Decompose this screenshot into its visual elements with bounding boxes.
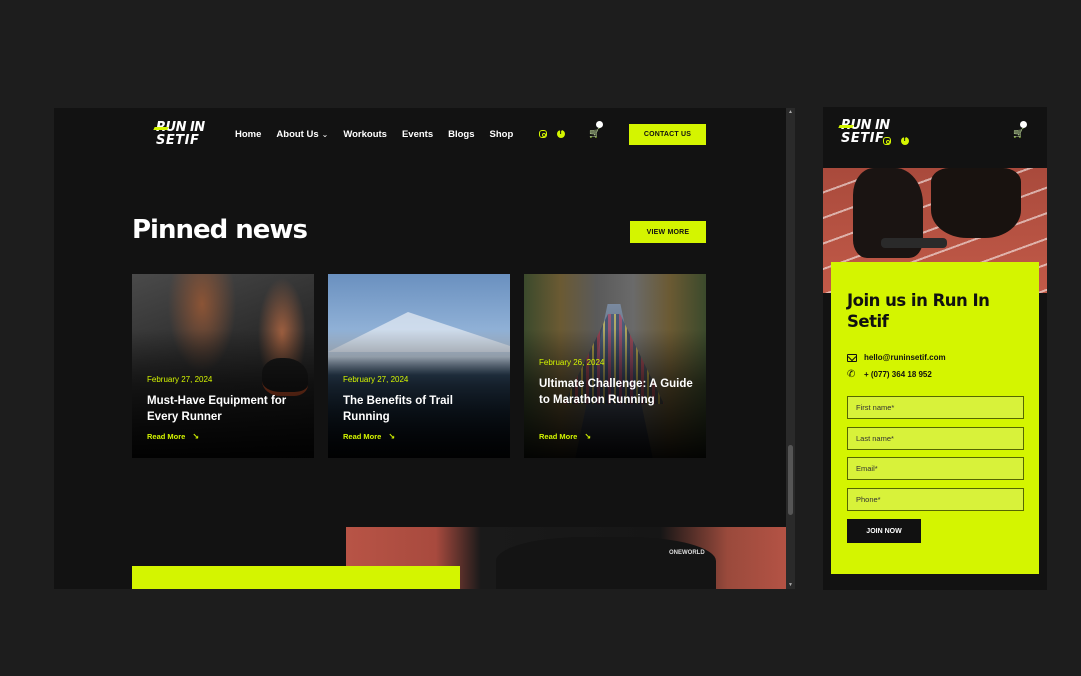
nav-about-us[interactable]: About Us ⌄ <box>276 129 328 140</box>
section-title: Pinned news <box>132 215 308 245</box>
view-more-button[interactable]: VIEW MORE <box>630 221 706 243</box>
social-links <box>883 136 909 145</box>
join-panel: Join us in Run In Setif hello@runinsetif… <box>831 262 1039 574</box>
starting-block <box>881 238 947 248</box>
nav-blogs[interactable]: Blogs <box>448 129 474 140</box>
card-title[interactable]: Ultimate Challenge: A Guide to Marathon … <box>539 376 696 408</box>
logo-line-2: SETIF <box>156 133 200 148</box>
card-title[interactable]: The Benefits of Trail Running <box>343 393 500 425</box>
cart-button[interactable]: 🛒 <box>589 121 603 139</box>
card-date: February 26, 2024 <box>539 358 605 367</box>
scroll-down-arrow[interactable]: ▼ <box>786 582 795 588</box>
nav-about-label: About Us <box>276 129 319 140</box>
last-name-field[interactable]: Last name* <box>847 427 1024 450</box>
logo-accent <box>838 125 854 128</box>
first-name-field[interactable]: First name* <box>847 396 1024 419</box>
nav-workouts[interactable]: Workouts <box>343 129 387 140</box>
nav-home[interactable]: Home <box>235 129 261 140</box>
runner-shorts <box>496 537 716 589</box>
instagram-icon[interactable] <box>883 137 891 145</box>
contact-email[interactable]: hello@runinsetif.com <box>847 353 946 362</box>
cart-badge <box>1020 121 1027 128</box>
phone-field[interactable]: Phone* <box>847 488 1024 511</box>
logo-accent <box>153 127 169 130</box>
news-card[interactable]: February 26, 2024 Ultimate Challenge: A … <box>524 274 706 458</box>
main-nav: Home About Us ⌄ Workouts Events Blogs Sho… <box>235 129 513 140</box>
facebook-icon[interactable] <box>557 129 565 138</box>
card-date: February 27, 2024 <box>147 375 213 384</box>
instagram-icon[interactable] <box>539 130 547 138</box>
runner-leg <box>931 168 1021 238</box>
chevron-down-icon: ⌄ <box>321 130 329 139</box>
lime-banner <box>132 566 460 589</box>
arrow-down-right-icon: ↘ <box>584 432 592 441</box>
mobile-preview: RUN IN SETIF 🛒 Join us in Run In Setif h… <box>823 107 1047 590</box>
social-links <box>539 129 565 138</box>
email-text: hello@runinsetif.com <box>864 353 946 362</box>
cart-icon: 🛒 <box>1013 128 1025 138</box>
site-logo[interactable]: RUN IN SETIF <box>153 121 205 148</box>
arrow-down-right-icon: ↘ <box>388 432 396 441</box>
contact-phone[interactable]: ✆ + (077) 364 18 952 <box>847 368 932 380</box>
email-field[interactable]: Email* <box>847 457 1024 480</box>
news-card[interactable]: February 27, 2024 The Benefits of Trail … <box>328 274 510 458</box>
news-cards: February 27, 2024 Must-Have Equipment fo… <box>132 274 706 458</box>
card-date: February 27, 2024 <box>343 375 409 384</box>
scroll-thumb[interactable] <box>788 445 793 515</box>
desktop-preview: RUN IN SETIF Home About Us ⌄ Workouts Eve… <box>54 108 795 589</box>
nav-events[interactable]: Events <box>402 129 433 140</box>
read-more-link[interactable]: Read More ↘ <box>539 432 591 441</box>
mail-icon <box>847 353 857 362</box>
cart-button[interactable]: 🛒 <box>1013 121 1027 139</box>
card-title[interactable]: Must-Have Equipment for Every Runner <box>147 393 304 425</box>
contact-us-button[interactable]: CONTACT US <box>629 124 706 145</box>
cart-icon: 🛒 <box>589 128 601 138</box>
shorts-brand-text: ONEWORLD <box>669 550 705 556</box>
phone-icon: ✆ <box>847 368 856 380</box>
arrow-down-right-icon: ↘ <box>192 432 200 441</box>
cart-badge <box>596 121 603 128</box>
join-title: Join us in Run In Setif <box>847 291 990 331</box>
desktop-scrollbar[interactable]: ▲ ▼ <box>786 108 795 589</box>
news-card[interactable]: February 27, 2024 Must-Have Equipment fo… <box>132 274 314 458</box>
nav-shop[interactable]: Shop <box>490 129 514 140</box>
read-more-link[interactable]: Read More ↘ <box>147 432 199 441</box>
facebook-icon[interactable] <box>901 136 909 145</box>
join-now-button[interactable]: JOIN NOW <box>847 519 921 543</box>
phone-text: + (077) 364 18 952 <box>864 370 932 379</box>
scroll-up-arrow[interactable]: ▲ <box>786 109 795 115</box>
read-more-link[interactable]: Read More ↘ <box>343 432 395 441</box>
